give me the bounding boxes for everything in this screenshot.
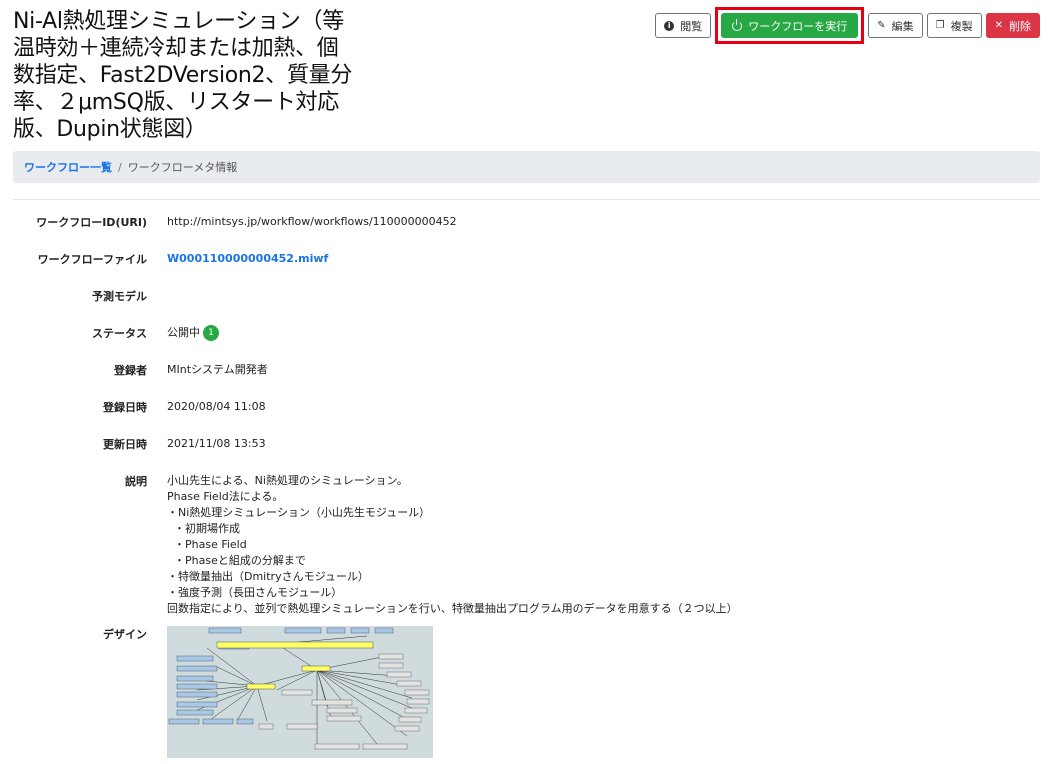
view-button[interactable]: i 閲覧 [655, 13, 712, 38]
title-line-2: 温時効＋連続冷却または加熱、個 [13, 36, 339, 61]
registrant-label: 登録者 [114, 364, 147, 377]
power-icon [732, 18, 743, 31]
meta-row-updated: 更新日時 2021/11/08 13:53 [0, 436, 1050, 473]
copy-icon: ❐ [935, 20, 945, 31]
title-line-5: 版、Dupin状態図） [13, 117, 207, 142]
breadcrumb: ワークフロー一覧 / ワークフローメタ情報 [13, 151, 1040, 183]
description-line: 回数指定により、並列で熱処理シミュレーションを行い、特徴量抽出プログラム用のデー… [167, 602, 738, 615]
description-label: 説明 [125, 475, 147, 488]
meta-row-registrant: 登録者 MIntシステム開発者 [0, 362, 1050, 399]
status-badge: 1 [203, 325, 219, 341]
copy-button[interactable]: ❐ 複製 [926, 13, 982, 38]
meta-row-registered: 登録日時 2020/08/04 11:08 [0, 399, 1050, 436]
description-line: ・Ni熱処理シミュレーション（小山先生モジュール） [167, 506, 431, 519]
description-value: 小山先生による、Ni熱処理のシミュレーション。 Phase Field法による。… [167, 473, 1050, 626]
workflow-file-label: ワークフローファイル [37, 253, 147, 266]
close-icon: ✕ [994, 20, 1003, 31]
workflow-id-value: http://mintsys.jp/workflow/workflows/110… [167, 215, 457, 228]
workflow-id-label: ワークフローID(URI) [36, 216, 147, 229]
info-icon: i [664, 20, 675, 31]
run-workflow-button[interactable]: ワークフローを実行 [721, 13, 859, 38]
workflow-meta: ワークフローID(URI) http://mintsys.jp/workflow… [0, 214, 1050, 758]
copy-button-label: 複製 [950, 19, 973, 33]
action-toolbar: i 閲覧 ワークフローを実行 ✎ 編集 ❐ 複製 ✕ 削除 [655, 7, 1040, 44]
description-line: ・Phaseと組成の分解まで [167, 554, 306, 567]
divider [13, 199, 1040, 200]
meta-row-status: ステータス 公開中 1 [0, 325, 1050, 362]
updated-date-value: 2021/11/08 13:53 [167, 437, 266, 450]
breadcrumb-current: ワークフローメタ情報 [127, 161, 238, 174]
workflow-file-link[interactable]: W000110000000452.miwf [167, 252, 328, 265]
description-line: ・強度予測（長田さんモジュール） [167, 586, 343, 599]
breadcrumb-separator: / [118, 160, 122, 174]
run-button-highlight: ワークフローを実行 [715, 7, 865, 44]
title-line-4: 率、２μmSQ版、リスタート対応 [13, 90, 339, 115]
delete-button[interactable]: ✕ 削除 [985, 13, 1040, 38]
view-button-label: 閲覧 [680, 19, 703, 33]
prediction-model-label: 予測モデル [92, 290, 147, 303]
title-line-1: Ni-Al熱処理シミュレーション（等 [13, 9, 344, 34]
meta-row-description: 説明 小山先生による、Ni熱処理のシミュレーション。 Phase Field法に… [0, 473, 1050, 626]
registrant-value: MIntシステム開発者 [167, 363, 268, 376]
edit-button[interactable]: ✎ 編集 [868, 13, 923, 38]
run-button-label: ワークフローを実行 [748, 19, 848, 33]
design-label: デザイン [103, 628, 147, 641]
registered-date-value: 2020/08/04 11:08 [167, 400, 266, 413]
meta-row-design: デザイン [0, 626, 1050, 758]
status-value: 公開中 [167, 326, 200, 339]
meta-row-id: ワークフローID(URI) http://mintsys.jp/workflow… [0, 214, 1050, 251]
registered-date-label: 登録日時 [103, 401, 147, 414]
updated-date-label: 更新日時 [103, 438, 147, 451]
delete-button-label: 削除 [1009, 19, 1031, 33]
breadcrumb-workflow-list-link[interactable]: ワークフロー一覧 [24, 159, 112, 175]
status-label: ステータス [92, 327, 147, 340]
pencil-icon: ✎ [877, 20, 886, 31]
meta-row-file: ワークフローファイル W000110000000452.miwf [0, 251, 1050, 288]
prediction-model-value [167, 288, 1050, 325]
title-line-3: 数指定、Fast2DVersion2、質量分 [13, 63, 353, 88]
edit-button-label: 編集 [891, 19, 914, 33]
description-line: ・初期場作成 [167, 522, 240, 535]
description-line: ・特徴量抽出（Dmitryさんモジュール） [167, 570, 369, 583]
description-line: Phase Field法による。 [167, 490, 284, 503]
workflow-design-diagram-image[interactable] [167, 626, 433, 758]
description-line: 小山先生による、Ni熱処理のシミュレーション。 [167, 474, 408, 487]
description-line: ・Phase Field [167, 538, 247, 551]
page-title: Ni-Al熱処理シミュレーション（等 温時効＋連続冷却または加熱、個 数指定、F… [13, 8, 353, 143]
meta-row-model: 予測モデル [0, 288, 1050, 325]
